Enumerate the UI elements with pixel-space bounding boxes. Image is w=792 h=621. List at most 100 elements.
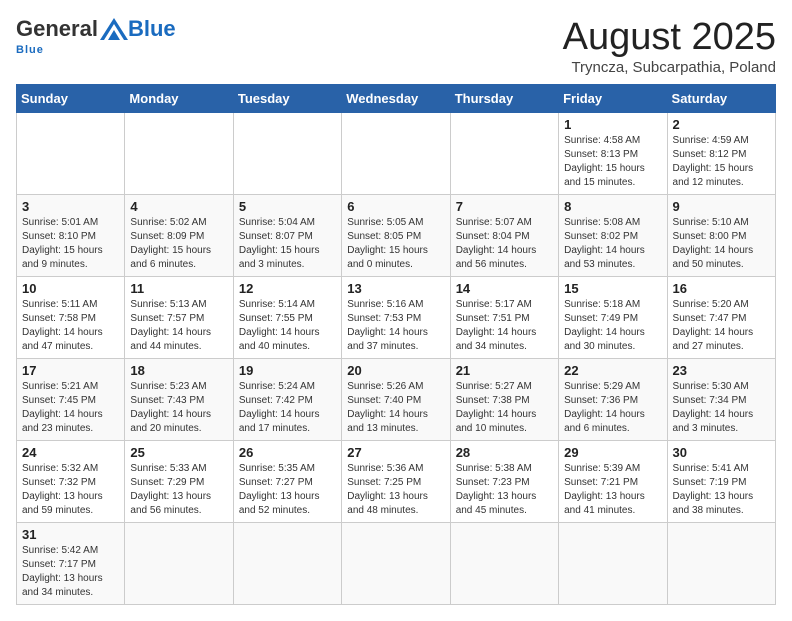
calendar-cell: 10Sunrise: 5:11 AM Sunset: 7:58 PM Dayli… <box>17 277 125 359</box>
calendar-cell: 15 Sunrise: 5:18 AM Sunset: 7:49 PM Dayli… <box>559 277 667 359</box>
calendar-cell <box>450 523 558 605</box>
calendar-cell: 17 Sunrise: 5:21 AM Sunset: 7:45 PM Dayli… <box>17 359 125 441</box>
calendar-cell: 7Sunrise: 5:07 AM Sunset: 8:04 PM Daylig… <box>450 195 558 277</box>
logo: General Blue <box>16 16 176 42</box>
calendar-cell: 30 Sunrise: 5:41 AM Sunset: 7:19 PM Dayli… <box>667 441 775 523</box>
calendar-week-row: 3 Sunrise: 5:01 AM Sunset: 8:10 PM Daylig… <box>17 195 776 277</box>
day-info: Sunrise: 5:41 AM Sunset: 7:19 PM Dayligh… <box>673 462 770 518</box>
weekday-header-tuesday: Tuesday <box>233 85 341 113</box>
day-number: 14 <box>456 281 553 296</box>
day-number: 17 <box>22 363 119 378</box>
calendar-week-row: 24Sunrise: 5:32 AM Sunset: 7:32 PM Dayli… <box>17 441 776 523</box>
calendar-cell: 28 Sunrise: 5:38 AM Sunset: 7:23 PM Dayli… <box>450 441 558 523</box>
calendar-cell: 8 Sunrise: 5:08 AM Sunset: 8:02 PM Daylig… <box>559 195 667 277</box>
calendar-cell: 6Sunrise: 5:05 AM Sunset: 8:05 PM Daylig… <box>342 195 450 277</box>
day-number: 20 <box>347 363 444 378</box>
day-number: 3 <box>22 199 119 214</box>
calendar-cell: 27Sunrise: 5:36 AM Sunset: 7:25 PM Dayli… <box>342 441 450 523</box>
day-number: 15 <box>564 281 661 296</box>
day-number: 5 <box>239 199 336 214</box>
calendar-week-row: 31 Sunrise: 5:42 AM Sunset: 7:17 PM Dayli… <box>17 523 776 605</box>
calendar-cell: 14Sunrise: 5:17 AM Sunset: 7:51 PM Dayli… <box>450 277 558 359</box>
calendar-cell: 21 Sunrise: 5:27 AM Sunset: 7:38 PM Dayli… <box>450 359 558 441</box>
calendar-cell: 4Sunrise: 5:02 AM Sunset: 8:09 PM Daylig… <box>125 195 233 277</box>
calendar-cell: 18 Sunrise: 5:23 AM Sunset: 7:43 PM Dayli… <box>125 359 233 441</box>
calendar-cell: 25Sunrise: 5:33 AM Sunset: 7:29 PM Dayli… <box>125 441 233 523</box>
day-info: Sunrise: 5:24 AM Sunset: 7:42 PM Dayligh… <box>239 380 336 436</box>
day-number: 21 <box>456 363 553 378</box>
calendar-cell <box>233 523 341 605</box>
calendar-cell <box>17 113 125 195</box>
calendar-cell <box>342 113 450 195</box>
calendar-week-row: 17 Sunrise: 5:21 AM Sunset: 7:45 PM Dayli… <box>17 359 776 441</box>
calendar-cell: 29Sunrise: 5:39 AM Sunset: 7:21 PM Dayli… <box>559 441 667 523</box>
calendar-cell <box>233 113 341 195</box>
day-info: Sunrise: 5:08 AM Sunset: 8:02 PM Dayligh… <box>564 216 661 272</box>
calendar-cell: 20 Sunrise: 5:26 AM Sunset: 7:40 PM Dayli… <box>342 359 450 441</box>
day-number: 26 <box>239 445 336 460</box>
page-header: General Blue Blue August 2025 Tryncza, S… <box>16 16 776 76</box>
day-info: Sunrise: 5:23 AM Sunset: 7:43 PM Dayligh… <box>130 380 227 436</box>
day-info: Sunrise: 5:42 AM Sunset: 7:17 PM Dayligh… <box>22 544 119 600</box>
location-title: Tryncza, Subcarpathia, Poland <box>563 59 776 76</box>
day-number: 24 <box>22 445 119 460</box>
day-number: 31 <box>22 527 119 542</box>
day-number: 16 <box>673 281 770 296</box>
logo-icon <box>100 18 128 40</box>
calendar-cell <box>559 523 667 605</box>
day-info: Sunrise: 5:33 AM Sunset: 7:29 PM Dayligh… <box>130 462 227 518</box>
day-number: 13 <box>347 281 444 296</box>
day-number: 12 <box>239 281 336 296</box>
day-info: Sunrise: 5:01 AM Sunset: 8:10 PM Dayligh… <box>22 216 119 272</box>
calendar-cell: 12 Sunrise: 5:14 AM Sunset: 7:55 PM Dayli… <box>233 277 341 359</box>
day-info: Sunrise: 5:02 AM Sunset: 8:09 PM Dayligh… <box>130 216 227 272</box>
weekday-header-thursday: Thursday <box>450 85 558 113</box>
day-info: Sunrise: 5:16 AM Sunset: 7:53 PM Dayligh… <box>347 298 444 354</box>
day-info: Sunrise: 5:26 AM Sunset: 7:40 PM Dayligh… <box>347 380 444 436</box>
calendar-cell: 5Sunrise: 5:04 AM Sunset: 8:07 PM Daylig… <box>233 195 341 277</box>
calendar-cell <box>450 113 558 195</box>
calendar-cell: 13 Sunrise: 5:16 AM Sunset: 7:53 PM Dayli… <box>342 277 450 359</box>
day-number: 6 <box>347 199 444 214</box>
day-info: Sunrise: 5:11 AM Sunset: 7:58 PM Dayligh… <box>22 298 119 354</box>
day-info: Sunrise: 5:18 AM Sunset: 7:49 PM Dayligh… <box>564 298 661 354</box>
calendar-cell: 2Sunrise: 4:59 AM Sunset: 8:12 PM Daylig… <box>667 113 775 195</box>
calendar-cell: 11Sunrise: 5:13 AM Sunset: 7:57 PM Dayli… <box>125 277 233 359</box>
logo-blue-text: Blue <box>128 16 176 42</box>
calendar-cell: 16Sunrise: 5:20 AM Sunset: 7:47 PM Dayli… <box>667 277 775 359</box>
month-title: August 2025 <box>563 16 776 59</box>
day-number: 9 <box>673 199 770 214</box>
day-info: Sunrise: 5:38 AM Sunset: 7:23 PM Dayligh… <box>456 462 553 518</box>
day-info: Sunrise: 5:14 AM Sunset: 7:55 PM Dayligh… <box>239 298 336 354</box>
day-number: 8 <box>564 199 661 214</box>
day-number: 30 <box>673 445 770 460</box>
day-number: 28 <box>456 445 553 460</box>
logo-general-text: General <box>16 16 98 42</box>
day-number: 1 <box>564 117 661 132</box>
weekday-header-monday: Monday <box>125 85 233 113</box>
weekday-header-saturday: Saturday <box>667 85 775 113</box>
day-info: Sunrise: 5:13 AM Sunset: 7:57 PM Dayligh… <box>130 298 227 354</box>
calendar-cell: 23Sunrise: 5:30 AM Sunset: 7:34 PM Dayli… <box>667 359 775 441</box>
calendar-week-row: 1Sunrise: 4:58 AM Sunset: 8:13 PM Daylig… <box>17 113 776 195</box>
calendar-cell: 3 Sunrise: 5:01 AM Sunset: 8:10 PM Daylig… <box>17 195 125 277</box>
day-number: 18 <box>130 363 227 378</box>
day-number: 7 <box>456 199 553 214</box>
day-number: 27 <box>347 445 444 460</box>
calendar-cell <box>667 523 775 605</box>
weekday-header-sunday: Sunday <box>17 85 125 113</box>
weekday-header-friday: Friday <box>559 85 667 113</box>
weekday-header-wednesday: Wednesday <box>342 85 450 113</box>
day-number: 29 <box>564 445 661 460</box>
day-info: Sunrise: 5:27 AM Sunset: 7:38 PM Dayligh… <box>456 380 553 436</box>
day-info: Sunrise: 5:35 AM Sunset: 7:27 PM Dayligh… <box>239 462 336 518</box>
day-info: Sunrise: 5:10 AM Sunset: 8:00 PM Dayligh… <box>673 216 770 272</box>
calendar-cell: 9 Sunrise: 5:10 AM Sunset: 8:00 PM Daylig… <box>667 195 775 277</box>
calendar-cell <box>125 113 233 195</box>
calendar-week-row: 10Sunrise: 5:11 AM Sunset: 7:58 PM Dayli… <box>17 277 776 359</box>
calendar-cell: 26 Sunrise: 5:35 AM Sunset: 7:27 PM Dayli… <box>233 441 341 523</box>
day-number: 2 <box>673 117 770 132</box>
day-number: 19 <box>239 363 336 378</box>
calendar-cell <box>342 523 450 605</box>
day-info: Sunrise: 5:21 AM Sunset: 7:45 PM Dayligh… <box>22 380 119 436</box>
